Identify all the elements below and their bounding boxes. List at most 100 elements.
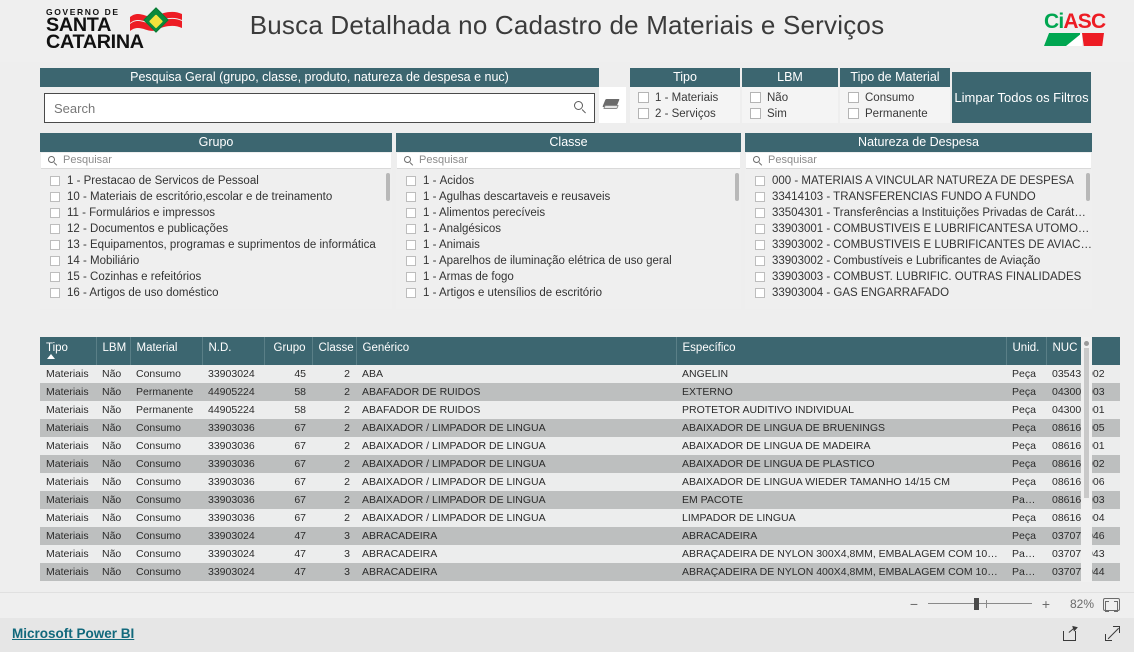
checkbox-tipo-materiais[interactable]: 1 - Materiais	[638, 90, 740, 105]
checkbox-icon[interactable]	[50, 256, 60, 266]
checkbox-icon[interactable]	[50, 240, 60, 250]
column-header-unid[interactable]: Unid.	[1006, 337, 1047, 365]
checkbox-icon[interactable]	[755, 192, 765, 202]
column-header-lbm[interactable]: LBM	[96, 337, 131, 365]
scrollbar-thumb[interactable]	[386, 173, 390, 201]
slicer-classe-search[interactable]: Pesquisar	[397, 153, 740, 169]
list-item[interactable]: 33903002 - COMBUSTIVEIS E LUBRIFICANTES …	[745, 237, 1092, 253]
checkbox-icon[interactable]	[638, 92, 649, 103]
checkbox-icon[interactable]	[755, 240, 765, 250]
table-row[interactable]: Materiais Não Consumo 33903024 47 3 ABRACADEIR…	[40, 527, 1120, 545]
table-row[interactable]: Materiais Não Permanente 44905224 58 2 ABAFADO…	[40, 383, 1120, 401]
list-item[interactable]: 33903001 - COMBUSTIVEIS E LUBRIFICANTESA…	[745, 221, 1092, 237]
checkbox-icon[interactable]	[848, 92, 859, 103]
checkbox-icon[interactable]	[406, 272, 416, 282]
checkbox-icon[interactable]	[406, 256, 416, 266]
microsoft-power-bi-link[interactable]: Microsoft Power BI	[12, 626, 134, 641]
table-row[interactable]: Materiais Não Consumo 33903024 47 3 ABRACADEIR…	[40, 563, 1120, 581]
checkbox-icon[interactable]	[406, 192, 416, 202]
zoom-in-button[interactable]: +	[1041, 597, 1051, 611]
checkbox-icon[interactable]	[50, 208, 60, 218]
list-item[interactable]: 33414103 - TRANSFERENCIAS FUNDO A FUNDO	[745, 189, 1092, 205]
column-header-material[interactable]: Material	[130, 337, 203, 365]
list-item[interactable]: 1 - Artigos e utensílios de escritório	[396, 285, 741, 301]
table-row[interactable]: Materiais Não Consumo 33903024 47 3 ABRACADEIR…	[40, 545, 1120, 563]
scrollbar-thumb[interactable]	[1086, 173, 1090, 201]
table-row[interactable]: Materiais Não Consumo 33903024 45 2 ABA ANGELIN…	[40, 365, 1120, 383]
checkbox-icon[interactable]	[848, 108, 859, 119]
checkbox-tipomaterial-permanente[interactable]: Permanente	[848, 106, 950, 121]
share-icon[interactable]	[1063, 624, 1079, 641]
list-item[interactable]: 1 - Prestacao de Servicos de Pessoal	[40, 173, 392, 189]
checkbox-icon[interactable]	[406, 240, 416, 250]
slicer-grupo-search[interactable]: Pesquisar	[41, 153, 391, 169]
list-item[interactable]: 10 - Materiais de escritório,escolar e d…	[40, 189, 392, 205]
list-item[interactable]: 15 - Cozinhas e refeitórios	[40, 269, 392, 285]
table-row[interactable]: Materiais Não Permanente 44905224 58 2 ABAFADO…	[40, 401, 1120, 419]
list-item[interactable]: 33903003 - COMBUST. LUBRIFIC. OUTRAS FIN…	[745, 269, 1092, 285]
checkbox-icon[interactable]	[755, 208, 765, 218]
list-item[interactable]: 1 - Ácidos	[396, 173, 741, 189]
list-item[interactable]: 1 - Agulhas descartaveis e reusaveis	[396, 189, 741, 205]
list-item[interactable]: 1 - Animais	[396, 237, 741, 253]
checkbox-icon[interactable]	[406, 224, 416, 234]
list-item[interactable]: 1 - Analgésicos	[396, 221, 741, 237]
table-scrollbar[interactable]	[1081, 337, 1092, 582]
list-item[interactable]: 12 - Documentos e publicações	[40, 221, 392, 237]
column-header-classe[interactable]: Classe	[312, 337, 357, 365]
checkbox-icon[interactable]	[755, 224, 765, 234]
checkbox-icon[interactable]	[50, 192, 60, 202]
search-input[interactable]	[45, 94, 594, 122]
column-header-nd[interactable]: N.D.	[202, 337, 265, 365]
checkbox-icon[interactable]	[50, 224, 60, 234]
table-row[interactable]: Materiais Não Consumo 33903036 67 2 ABAIXADOR …	[40, 491, 1120, 509]
checkbox-icon[interactable]	[406, 176, 416, 186]
list-item[interactable]: 11 - Formulários e impressos	[40, 205, 392, 221]
column-header-tipo[interactable]: Tipo	[40, 337, 97, 365]
checkbox-tipomaterial-consumo[interactable]: Consumo	[848, 90, 950, 105]
zoom-slider-handle[interactable]	[974, 598, 979, 610]
slicer-natureza-search[interactable]: Pesquisar	[746, 153, 1091, 169]
checkbox-lbm-sim[interactable]: Sim	[750, 106, 838, 121]
list-item[interactable]: 000 - MATERIAIS A VINCULAR NATUREZA DE D…	[745, 173, 1092, 189]
checkbox-icon[interactable]	[638, 108, 649, 119]
checkbox-icon[interactable]	[406, 208, 416, 218]
list-item[interactable]: 16 - Artigos de uso doméstico	[40, 285, 392, 301]
table-row[interactable]: Materiais Não Consumo 33903036 67 2 ABAIXADOR …	[40, 437, 1120, 455]
column-header-generico[interactable]: Genérico	[356, 337, 677, 365]
column-header-grupo[interactable]: Grupo	[264, 337, 313, 365]
clear-all-filters-button[interactable]: Limpar Todos os Filtros	[952, 72, 1091, 123]
table-row[interactable]: Materiais Não Consumo 33903036 67 2 ABAIXADOR …	[40, 509, 1120, 527]
scrollbar-thumb[interactable]	[735, 173, 739, 201]
checkbox-icon[interactable]	[755, 176, 765, 186]
zoom-slider[interactable]	[928, 597, 1032, 611]
scrollbar-thumb[interactable]	[1084, 348, 1089, 498]
list-item[interactable]: 13 - Equipamentos, programas e supriment…	[40, 237, 392, 253]
zoom-out-button[interactable]: −	[909, 597, 919, 611]
checkbox-icon[interactable]	[750, 92, 761, 103]
general-search-box[interactable]	[44, 93, 595, 123]
checkbox-icon[interactable]	[50, 288, 60, 298]
list-item[interactable]: 1 - Alimentos perecíveis	[396, 205, 741, 221]
checkbox-icon[interactable]	[406, 288, 416, 298]
checkbox-icon[interactable]	[755, 288, 765, 298]
list-item[interactable]: 1 - Armas de fogo	[396, 269, 741, 285]
table-row[interactable]: Materiais Não Consumo 33903036 67 2 ABAIXADOR …	[40, 473, 1120, 491]
checkbox-tipo-servicos[interactable]: 2 - Serviços	[638, 106, 740, 121]
clear-search-button[interactable]	[599, 87, 626, 123]
list-item[interactable]: 14 - Mobiliário	[40, 253, 392, 269]
checkbox-lbm-nao[interactable]: Não	[750, 90, 838, 105]
checkbox-icon[interactable]	[750, 108, 761, 119]
checkbox-icon[interactable]	[755, 256, 765, 266]
table-row[interactable]: Materiais Não Consumo 33903036 67 2 ABAIXADOR …	[40, 455, 1120, 473]
full-screen-icon[interactable]	[1105, 626, 1120, 641]
list-item[interactable]: 33504301 - Transferências a Instituições…	[745, 205, 1092, 221]
table-row[interactable]: Materiais Não Consumo 33903036 67 2 ABAIXADOR …	[40, 419, 1120, 437]
checkbox-icon[interactable]	[50, 272, 60, 282]
list-item[interactable]: 1 - Aparelhos de iluminação elétrica de …	[396, 253, 741, 269]
list-item[interactable]: 33903004 - GAS ENGARRAFADO	[745, 285, 1092, 301]
checkbox-icon[interactable]	[755, 272, 765, 282]
fit-to-width-icon[interactable]	[1103, 597, 1120, 612]
list-item[interactable]: 33903002 - Combustíveis e Lubrificantes …	[745, 253, 1092, 269]
column-header-especifico[interactable]: Específico	[676, 337, 1007, 365]
